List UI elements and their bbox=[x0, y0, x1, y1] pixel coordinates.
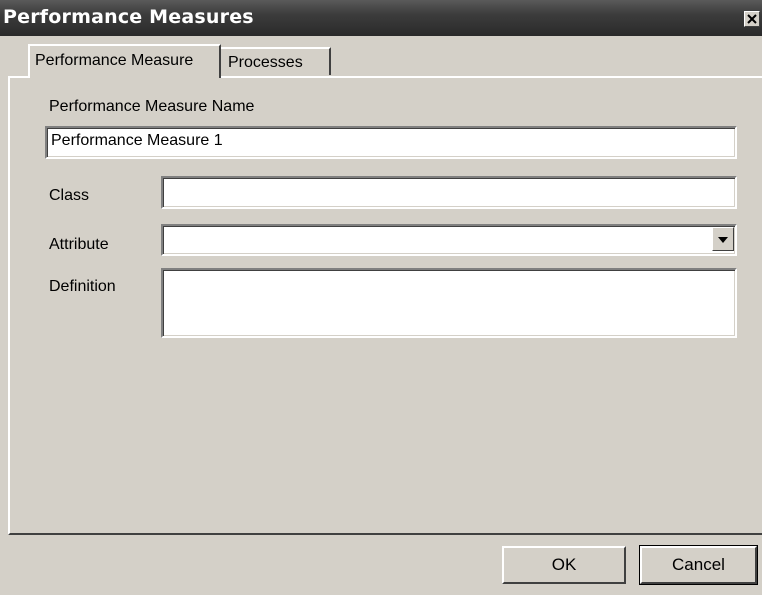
name-field[interactable]: Performance Measure 1 bbox=[45, 126, 737, 159]
tab-label: Processes bbox=[228, 54, 303, 71]
name-field-value: Performance Measure 1 bbox=[51, 132, 223, 149]
close-icon bbox=[747, 14, 757, 24]
title-bar[interactable]: Performance Measures bbox=[0, 0, 762, 36]
attribute-select[interactable] bbox=[161, 224, 737, 256]
cancel-button[interactable]: Cancel bbox=[639, 545, 758, 585]
cancel-button-label: Cancel bbox=[672, 555, 725, 574]
name-label: Performance Measure Name bbox=[49, 98, 255, 115]
tab-label: Performance Measure bbox=[35, 52, 194, 69]
class-field[interactable] bbox=[161, 176, 737, 209]
tab-performance-measure[interactable]: Performance Measure bbox=[28, 44, 221, 78]
ok-button-label: OK bbox=[551, 555, 577, 574]
tab-processes[interactable]: Processes bbox=[221, 47, 331, 75]
chevron-down-icon bbox=[718, 230, 728, 248]
definition-textarea[interactable] bbox=[161, 268, 737, 338]
attribute-label: Attribute bbox=[49, 236, 109, 253]
attribute-dropdown-button[interactable] bbox=[712, 227, 734, 251]
close-button[interactable] bbox=[744, 11, 760, 27]
class-label: Class bbox=[49, 187, 90, 204]
window-title: Performance Measures bbox=[3, 6, 254, 28]
definition-label: Definition bbox=[49, 278, 116, 295]
dialog-window: Performance Measures Performance Measure… bbox=[0, 0, 762, 595]
ok-button[interactable]: OK bbox=[502, 546, 626, 584]
